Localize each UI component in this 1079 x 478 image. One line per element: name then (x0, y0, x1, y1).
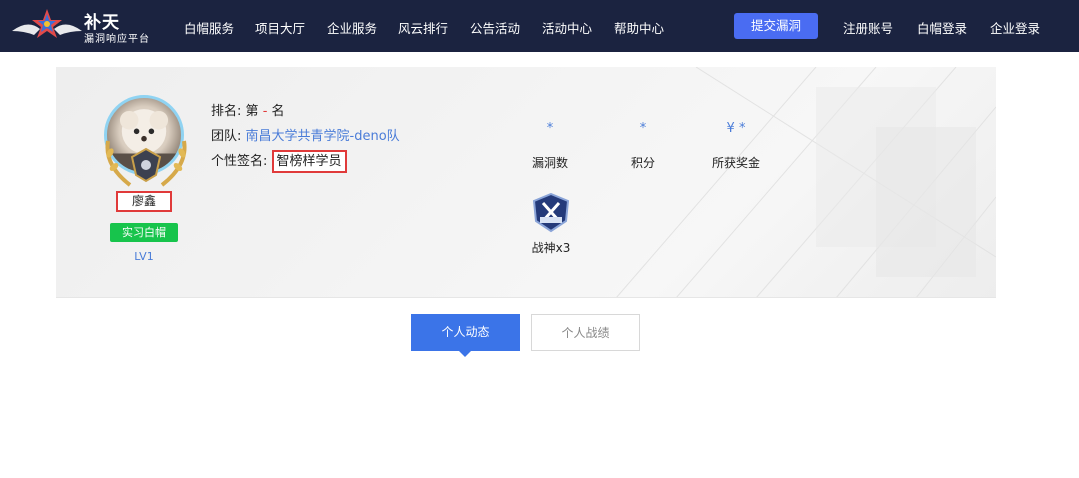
stat-value: * (546, 121, 554, 136)
user-level: LV1 (134, 250, 154, 263)
user-name: 廖鑫 (116, 191, 172, 212)
rank-suffix: 名 (271, 104, 285, 119)
stat-label: 漏洞数 (531, 156, 568, 170)
war-god-medal-icon[interactable] (530, 193, 572, 233)
nav-help-center[interactable]: 帮助中心 (614, 18, 664, 37)
rank-value: - (262, 104, 268, 119)
stat-value: * (639, 121, 647, 136)
active-tab-indicator (459, 351, 471, 357)
medal-label: 战神x3 (531, 241, 571, 255)
top-navbar: 补天 漏洞响应平台 白帽服务 项目大厅 企业服务 风云排行 公告活动 活动中心 … (0, 0, 1079, 52)
rank-prefix: 第 (245, 104, 259, 119)
team-label: 团队: (211, 129, 242, 144)
stat-label: 所获奖金 (711, 156, 760, 170)
nav-rankings[interactable]: 风云排行 (398, 18, 448, 37)
company-login-link[interactable]: 企业登录 (990, 18, 1040, 37)
logo-emblem-icon (12, 9, 82, 38)
nav-project-hall[interactable]: 项目大厅 (255, 18, 305, 37)
stat-bounty: ¥ * 所获奖金 (696, 121, 776, 171)
tab-personal-activity[interactable]: 个人动态 (411, 314, 520, 351)
register-link[interactable]: 注册账号 (843, 18, 893, 37)
profile-panel: 廖鑫 实习白帽 LV1 排名: 第 - 名 团队: 南昌大学共青学院-deno队… (56, 67, 996, 298)
team-line: 团队: 南昌大学共青学院-deno队 (211, 125, 400, 144)
rank-title-badge: 实习白帽 (110, 223, 178, 242)
avatar-frame (100, 91, 192, 197)
rank-label: 排名: (211, 104, 242, 119)
stat-points: * 积分 (603, 121, 683, 171)
stat-label: 积分 (630, 156, 655, 170)
background-decoration (616, 67, 996, 297)
brand-subtitle: 漏洞响应平台 (84, 34, 150, 45)
submit-vulnerability-button[interactable]: 提交漏洞 (734, 13, 818, 39)
nav-enterprise-services[interactable]: 企业服务 (327, 18, 377, 37)
nav-activity-center[interactable]: 活动中心 (542, 18, 592, 37)
signature-text: 智榜样学员 (271, 150, 347, 173)
site-logo[interactable]: 补天 漏洞响应平台 (10, 5, 160, 47)
rank-line: 排名: 第 - 名 (211, 100, 285, 119)
stat-value: ¥ * (726, 121, 746, 136)
stat-vulnerabilities: * 漏洞数 (510, 121, 590, 171)
laurel-badge-icon (105, 140, 187, 187)
nav-announcements[interactable]: 公告活动 (470, 18, 520, 37)
tab-personal-record[interactable]: 个人战绩 (531, 314, 640, 351)
signature-line: 个性签名: 智榜样学员 (211, 150, 347, 173)
nav-whitehat-services[interactable]: 白帽服务 (184, 18, 234, 37)
signature-label: 个性签名: (211, 154, 268, 169)
team-link[interactable]: 南昌大学共青学院-deno队 (246, 129, 400, 144)
whitehat-login-link[interactable]: 白帽登录 (917, 18, 967, 37)
